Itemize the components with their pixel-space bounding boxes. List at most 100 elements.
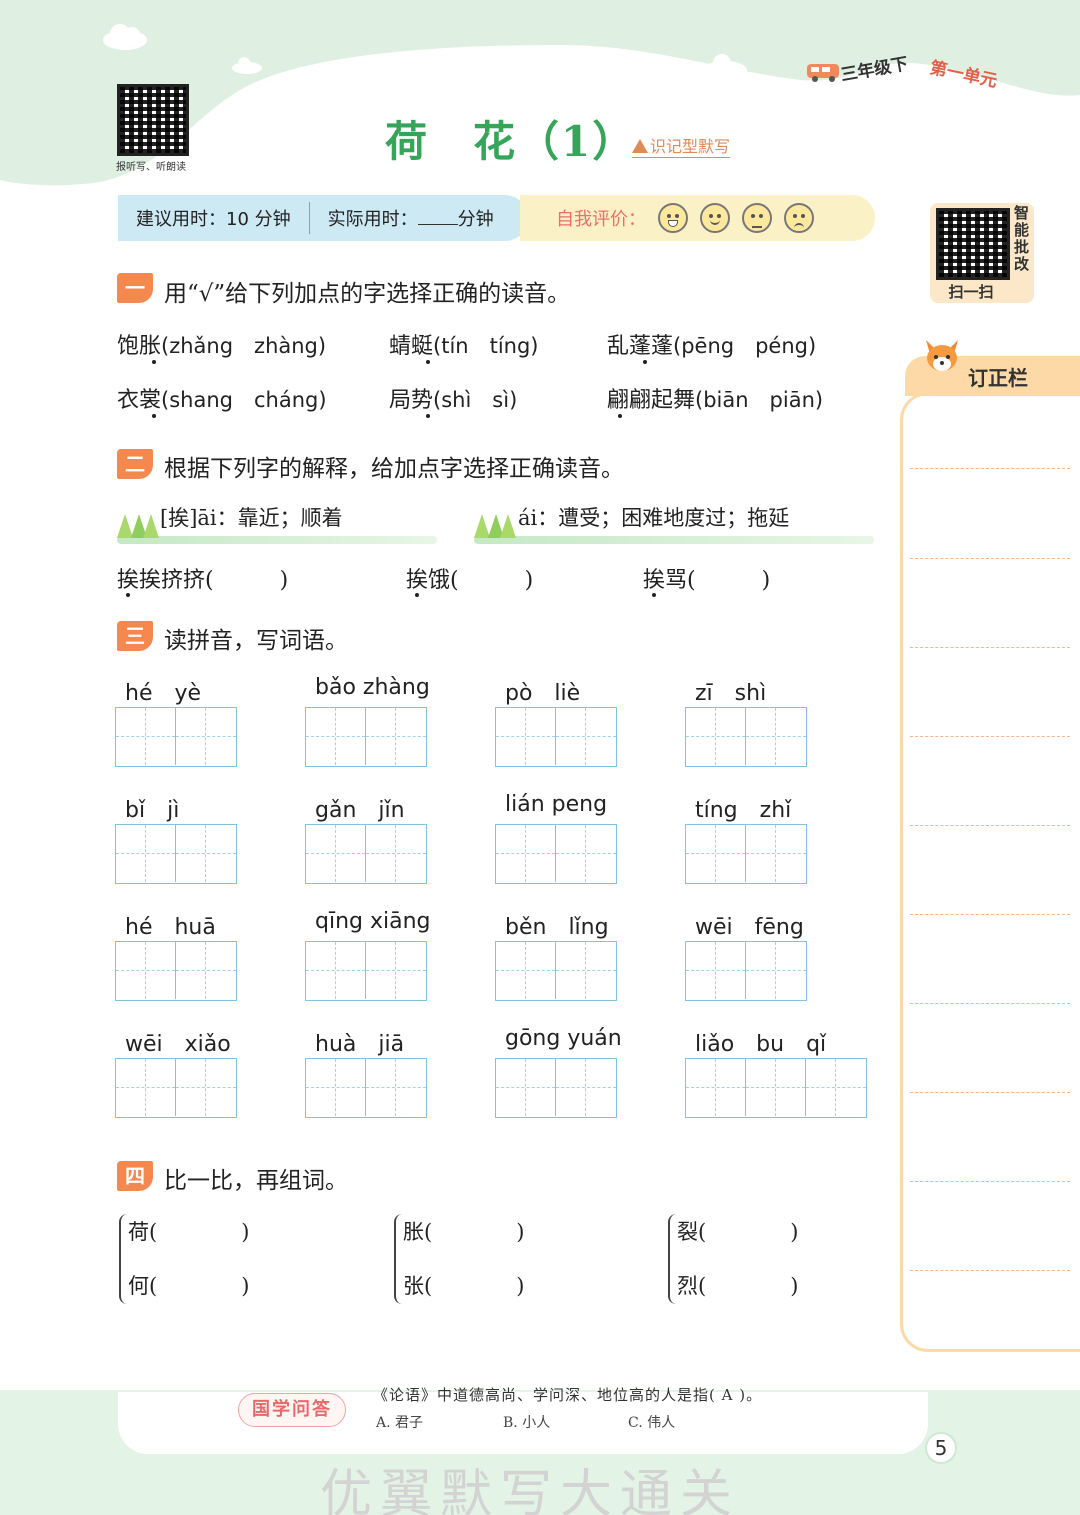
quiz-option[interactable]: B. 小人: [503, 1412, 550, 1432]
pinyin-label: běn lǐng: [505, 915, 609, 940]
scan-label: 扫一扫: [948, 283, 994, 301]
writing-cell[interactable]: [116, 1059, 176, 1116]
writing-cell[interactable]: [496, 942, 556, 999]
quiz-option[interactable]: A. 君子: [376, 1412, 423, 1432]
writing-cell[interactable]: [556, 1059, 616, 1116]
laughing-face-icon[interactable]: [658, 203, 688, 233]
section-title: 比一比，再组词。: [164, 1168, 348, 1194]
writing-cell[interactable]: [686, 825, 746, 882]
suggested-time: 建议用时：10 分钟: [118, 205, 309, 231]
writing-cell[interactable]: [306, 942, 366, 999]
writing-grid[interactable]: [115, 941, 237, 1001]
writing-cell[interactable]: [366, 708, 426, 765]
writing-grid[interactable]: [495, 941, 617, 1001]
compare-item[interactable]: 何( ): [128, 1270, 249, 1300]
writing-cell[interactable]: [176, 1059, 236, 1116]
writing-cell[interactable]: [116, 708, 176, 765]
writing-cell[interactable]: [806, 1059, 866, 1116]
question-options: (zhǎng zhàng): [161, 334, 327, 358]
compare-item[interactable]: 烈( ): [677, 1270, 798, 1300]
writing-grid[interactable]: [495, 824, 617, 884]
page-subtitle: 识记型默写: [632, 133, 731, 158]
fox-icon: [926, 340, 958, 371]
writing-cell[interactable]: [306, 1059, 366, 1116]
emphasis-dot: [426, 360, 430, 364]
writing-cell[interactable]: [686, 942, 746, 999]
emphasis-dot: [426, 414, 430, 418]
writing-cell[interactable]: [366, 825, 426, 882]
writing-cell[interactable]: [746, 825, 806, 882]
pinyin-label: tíng zhǐ: [695, 798, 792, 823]
writing-cell[interactable]: [556, 708, 616, 765]
section-title: 读拼音，写词语。: [164, 628, 348, 654]
writing-cell[interactable]: [686, 1059, 746, 1116]
question-item[interactable]: 乱蓬蓬(pēng péng): [607, 328, 816, 360]
writing-cell[interactable]: [176, 825, 236, 882]
writing-cell[interactable]: [366, 1059, 426, 1116]
question-word: 翩翩起舞: [607, 388, 696, 413]
question-item[interactable]: 饱胀(zhǎng zhàng): [117, 328, 326, 360]
answer-item[interactable]: 挨饿( ): [406, 562, 533, 594]
question-options: (shang cháng): [161, 388, 327, 412]
pinyin-label: liǎo bu qǐ: [695, 1032, 827, 1057]
writing-grid[interactable]: [115, 707, 237, 767]
cloud-icon: [103, 24, 147, 50]
qr-caption: 报听写、听朗读: [116, 162, 186, 173]
question-item[interactable]: 翩翩起舞(biān piān): [607, 382, 823, 414]
question-item[interactable]: 衣裳(shang cháng): [117, 382, 327, 414]
writing-grid[interactable]: [685, 824, 807, 884]
writing-grid[interactable]: [495, 1058, 617, 1118]
actual-time-input[interactable]: [417, 211, 458, 225]
writing-cell[interactable]: [746, 1059, 806, 1116]
writing-cell[interactable]: [116, 825, 176, 882]
quiz-question: 《论语》中道德高尚、学问深、地位高的人是指( A )。: [373, 1386, 763, 1404]
writing-cell[interactable]: [306, 708, 366, 765]
writing-grid[interactable]: [305, 707, 427, 767]
compare-item[interactable]: 裂( ): [677, 1216, 798, 1246]
writing-cell[interactable]: [116, 942, 176, 999]
writing-cell[interactable]: [496, 825, 556, 882]
answer-item[interactable]: 挨骂( ): [643, 562, 770, 594]
correction-line: [910, 1003, 1070, 1004]
writing-grid[interactable]: [305, 941, 427, 1001]
writing-grid[interactable]: [685, 707, 807, 767]
writing-grid[interactable]: [115, 824, 237, 884]
correction-line: [910, 914, 1070, 915]
sad-face-icon[interactable]: [784, 203, 814, 233]
writing-cell[interactable]: [746, 942, 806, 999]
question-options: (shì sì): [433, 388, 518, 412]
writing-cell[interactable]: [556, 825, 616, 882]
writing-cell[interactable]: [746, 708, 806, 765]
neutral-face-icon[interactable]: [742, 203, 772, 233]
self-eval-bar: 自我评价：: [520, 195, 875, 241]
writing-cell[interactable]: [176, 942, 236, 999]
correction-panel[interactable]: [900, 392, 1080, 1352]
compare-item[interactable]: 荷( ): [128, 1216, 249, 1246]
compare-item[interactable]: 胀( ): [403, 1216, 524, 1246]
writing-cell[interactable]: [496, 708, 556, 765]
writing-cell[interactable]: [686, 708, 746, 765]
qr-code-icon[interactable]: [117, 84, 189, 156]
writing-grid[interactable]: [115, 1058, 237, 1118]
writing-grid[interactable]: [685, 941, 807, 1001]
writing-grid[interactable]: [685, 1058, 867, 1118]
pinyin-label: lián peng: [505, 792, 608, 817]
quiz-option[interactable]: C. 伟人: [628, 1412, 675, 1432]
question-item[interactable]: 局势(shì sì): [389, 382, 517, 414]
writing-grid[interactable]: [305, 824, 427, 884]
question-item[interactable]: 蜻蜓(tín tíng): [389, 328, 539, 360]
definition-1: [挨]āi：靠近；顺着: [160, 506, 343, 530]
pinyin-label: gōng yuán: [505, 1026, 622, 1051]
smile-face-icon[interactable]: [700, 203, 730, 233]
writing-cell[interactable]: [496, 1059, 556, 1116]
qr-code-icon[interactable]: [936, 208, 1010, 280]
writing-cell[interactable]: [176, 708, 236, 765]
compare-item[interactable]: 张( ): [403, 1270, 524, 1300]
answer-item[interactable]: 挨挨挤挤( ): [117, 562, 288, 594]
writing-cell[interactable]: [306, 825, 366, 882]
writing-grid[interactable]: [495, 707, 617, 767]
correction-line: [910, 1270, 1070, 1271]
writing-grid[interactable]: [305, 1058, 427, 1118]
writing-cell[interactable]: [366, 942, 426, 999]
writing-cell[interactable]: [556, 942, 616, 999]
